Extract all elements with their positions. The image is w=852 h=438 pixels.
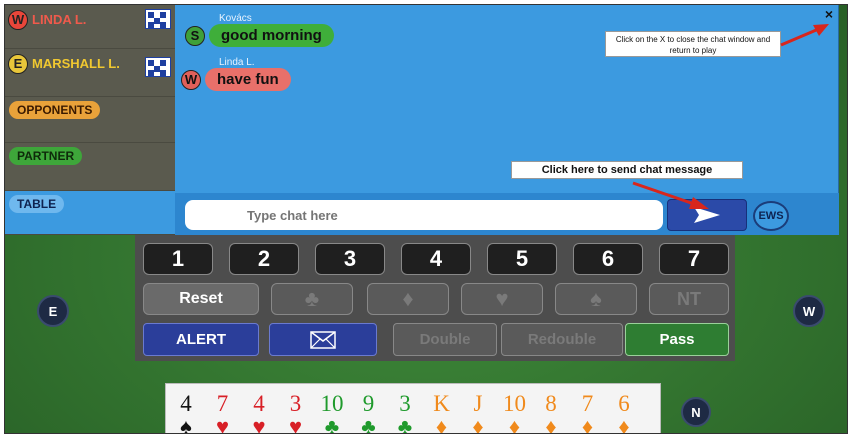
card-rank: 8 bbox=[545, 391, 557, 416]
reset-button[interactable]: Reset bbox=[143, 283, 259, 315]
diamond-icon: ♦ bbox=[402, 286, 414, 311]
card-rank: J bbox=[473, 391, 483, 416]
club-icon: ♣ bbox=[304, 286, 320, 311]
playing-card[interactable]: 3 ♣ bbox=[389, 392, 421, 434]
card-suit-icon: ♣ bbox=[324, 414, 340, 434]
playing-card[interactable]: 7 ♥ bbox=[207, 392, 239, 434]
card-suit-icon: ♣ bbox=[361, 414, 376, 434]
pass-button[interactable]: Pass bbox=[625, 323, 729, 356]
bid-level-3-button[interactable]: 3 bbox=[315, 243, 385, 275]
card-suit-icon: ♦ bbox=[435, 414, 448, 434]
playing-card[interactable]: 7 ♦ bbox=[572, 392, 604, 434]
bid-level-1-button[interactable]: 1 bbox=[143, 243, 213, 275]
player-hand: 4 ♠ 7 ♥ 4 ♥ 3 ♥ 10 ♣ 9 ♣ 3 ♣ K ♦ J ♦ 10 ♦ 8 ♦ 7 ♦ 6 ♦ bbox=[165, 383, 661, 434]
playing-card[interactable]: 6 ♦ bbox=[608, 392, 640, 434]
bid-level-4-button[interactable]: 4 bbox=[401, 243, 471, 275]
card-suit-icon: ♦ bbox=[508, 414, 521, 434]
card-suit-icon: ♥ bbox=[288, 414, 303, 434]
card-rank: 10 bbox=[320, 391, 344, 416]
notrump-button[interactable]: NT bbox=[649, 283, 729, 315]
bid-level-5-button[interactable]: 5 bbox=[487, 243, 557, 275]
redouble-button[interactable]: Redouble bbox=[501, 323, 623, 356]
card-suit-icon: ♦ bbox=[545, 414, 557, 434]
seat-west-marker: W bbox=[793, 295, 825, 327]
game-screen: W LINDA L. E MARSHALL L. OPPONENTS PARTN… bbox=[4, 4, 848, 434]
annotation-arrows bbox=[632, 24, 829, 209]
card-rank: 3 bbox=[399, 391, 411, 416]
card-suit-icon: ♦ bbox=[472, 414, 484, 434]
spades-suit-button[interactable]: ♠ bbox=[555, 283, 637, 315]
bid-level-6-button[interactable]: 6 bbox=[573, 243, 643, 275]
playing-card[interactable]: 3 ♥ bbox=[280, 392, 312, 434]
playing-card[interactable]: J ♦ bbox=[462, 392, 494, 434]
playing-card[interactable]: 10 ♦ bbox=[499, 392, 531, 434]
seat-east-marker: E bbox=[37, 295, 69, 327]
card-suit-icon: ♦ bbox=[581, 414, 594, 434]
card-rank: 6 bbox=[618, 391, 630, 416]
card-suit-icon: ♠ bbox=[180, 414, 192, 434]
card-rank: 10 bbox=[503, 391, 526, 416]
playing-card[interactable]: 4 ♠ bbox=[170, 392, 202, 434]
playing-card[interactable]: 10 ♣ bbox=[316, 392, 348, 434]
card-rank: 9 bbox=[362, 391, 375, 416]
heart-icon: ♥ bbox=[495, 286, 509, 311]
hearts-suit-button[interactable]: ♥ bbox=[461, 283, 543, 315]
card-rank: 7 bbox=[216, 391, 229, 416]
spade-icon: ♠ bbox=[590, 286, 602, 311]
playing-card[interactable]: 8 ♦ bbox=[535, 392, 567, 434]
card-rank: 4 bbox=[253, 391, 265, 416]
card-rank: 7 bbox=[581, 391, 594, 416]
card-rank: 4 bbox=[180, 391, 192, 416]
card-suit-icon: ♦ bbox=[618, 414, 630, 434]
double-button[interactable]: Double bbox=[393, 323, 497, 356]
playing-card[interactable]: K ♦ bbox=[426, 392, 458, 434]
card-rank: 3 bbox=[289, 391, 302, 416]
card-suit-icon: ♣ bbox=[397, 414, 413, 434]
card-rank: K bbox=[433, 391, 450, 416]
card-suit-icon: ♥ bbox=[252, 414, 266, 434]
seat-north-marker: N bbox=[681, 397, 711, 427]
envelope-icon bbox=[310, 330, 336, 349]
diamonds-suit-button[interactable]: ♦ bbox=[367, 283, 449, 315]
alert-button[interactable]: ALERT bbox=[143, 323, 259, 356]
clubs-suit-button[interactable]: ♣ bbox=[271, 283, 353, 315]
bidding-box: 1 2 3 4 5 6 7 Reset ♣ ♦ ♥ ♠ NT ALERT Dou… bbox=[135, 235, 735, 361]
playing-card[interactable]: 4 ♥ bbox=[243, 392, 275, 434]
playing-card[interactable]: 9 ♣ bbox=[353, 392, 385, 434]
explain-button[interactable] bbox=[269, 323, 377, 356]
bid-level-2-button[interactable]: 2 bbox=[229, 243, 299, 275]
card-suit-icon: ♥ bbox=[215, 414, 230, 434]
bid-level-7-button[interactable]: 7 bbox=[659, 243, 729, 275]
